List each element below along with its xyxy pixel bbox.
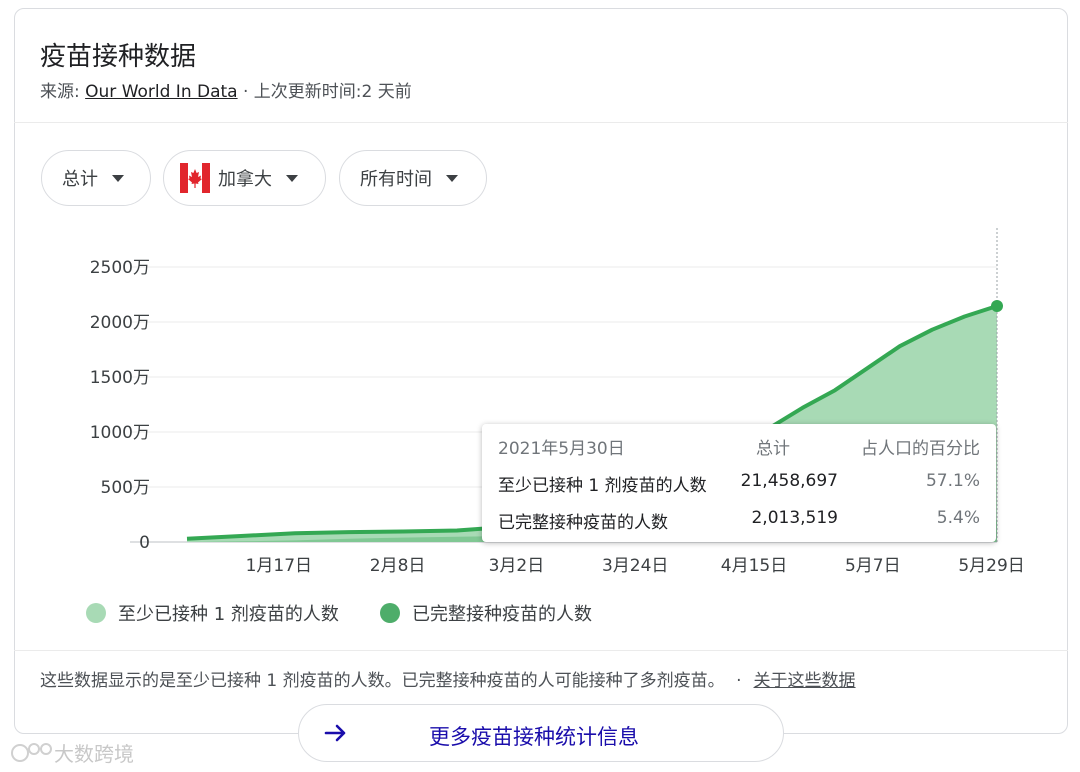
watermark-logo-icon — [11, 742, 52, 762]
x-tick-label: 3月24日 — [602, 556, 668, 576]
more-stats-button[interactable]: 更多疫苗接种统计信息 — [298, 704, 784, 762]
note-text: 这些数据显示的是至少已接种 1 剂疫苗的人数。已完整接种疫苗的人可能接种了多剂疫… — [40, 671, 717, 691]
tooltip-row-label: 已完整接种疫苗的人数 — [498, 513, 668, 533]
y-tick-label: 0 — [139, 533, 150, 553]
y-tick-label: 2000万 — [90, 313, 150, 333]
y-axis: 0 500万 1000万 1500万 2000万 2500万 — [90, 258, 150, 553]
tooltip-row-pct: 5.4% — [936, 508, 980, 528]
arrow-right-icon — [324, 724, 346, 742]
x-tick-label: 5月7日 — [845, 556, 901, 576]
y-tick-label: 500万 — [101, 478, 150, 498]
y-tick-label: 2500万 — [90, 258, 150, 278]
legend-swatch — [380, 603, 400, 623]
y-tick-label: 1500万 — [90, 368, 150, 388]
legend-item-first-dose[interactable]: 至少已接种 1 剂疫苗的人数 — [86, 600, 339, 626]
y-tick-label: 1000万 — [90, 423, 150, 443]
bottom-divider — [14, 650, 1068, 651]
tooltip-row-total: 21,458,697 — [740, 471, 838, 491]
x-axis: 1月17日 2月8日 3月2日 3月24日 4月15日 5月7日 5月29日 — [246, 556, 1025, 576]
x-tick-label: 1月17日 — [246, 556, 312, 576]
tooltip-header-row: 2021年5月30日 总计 占人口的百分比 — [498, 434, 980, 459]
chart-tooltip: 2021年5月30日 总计 占人口的百分比 至少已接种 1 剂疫苗的人数 21,… — [482, 424, 996, 542]
tooltip-date: 2021年5月30日 — [498, 439, 625, 459]
tooltip-row-pct: 57.1% — [925, 471, 980, 491]
legend-label: 至少已接种 1 剂疫苗的人数 — [118, 604, 339, 625]
legend-item-fully-vaccinated[interactable]: 已完整接种疫苗的人数 — [380, 600, 592, 626]
legend-label: 已完整接种疫苗的人数 — [412, 604, 592, 625]
x-tick-label: 2月8日 — [370, 556, 426, 576]
tooltip-row-label: 至少已接种 1 剂疫苗的人数 — [498, 476, 707, 496]
x-tick-label: 4月15日 — [721, 556, 787, 576]
tooltip-row-total: 2,013,519 — [751, 508, 838, 528]
watermark: 大数跨境 — [10, 738, 134, 767]
data-note: 这些数据显示的是至少已接种 1 剂疫苗的人数。已完整接种疫苗的人可能接种了多剂疫… — [40, 666, 856, 691]
tooltip-col-pct: 占人口的百分比 — [861, 439, 980, 459]
about-data-link[interactable]: 关于这些数据 — [754, 671, 856, 691]
tooltip-row: 至少已接种 1 剂疫苗的人数 21,458,697 57.1% — [498, 471, 980, 496]
cursor-point — [991, 299, 1003, 312]
x-tick-label: 5月29日 — [958, 556, 1024, 576]
tooltip-col-total: 总计 — [756, 439, 790, 459]
note-separator: · — [736, 671, 742, 691]
x-tick-label: 3月2日 — [489, 556, 545, 576]
legend-swatch — [86, 603, 106, 623]
watermark-text: 大数跨境 — [54, 742, 134, 766]
tooltip-row: 已完整接种疫苗的人数 2,013,519 5.4% — [498, 508, 980, 533]
more-stats-label: 更多疫苗接种统计信息 — [429, 725, 639, 749]
